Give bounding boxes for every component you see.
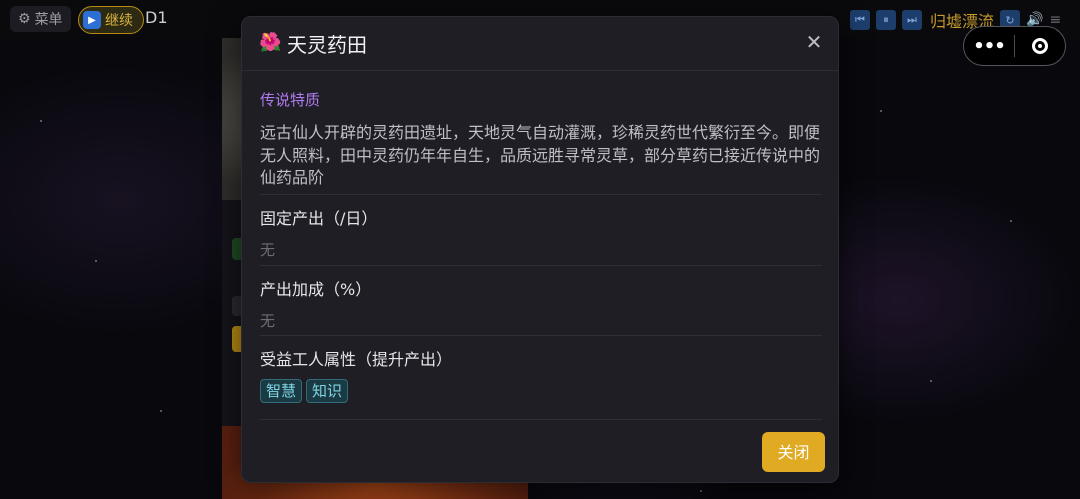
continue-label: 继续 [105, 13, 133, 29]
divider [260, 194, 822, 195]
modal-header: 🌺 天灵药田 ✕ [242, 17, 838, 71]
miniprogram-capsule: ••• [963, 26, 1066, 66]
hibiscus-flower-icon: 🌺 [259, 32, 282, 53]
target-circle-icon [1032, 38, 1048, 54]
pause-icon[interactable]: ⏸ [876, 10, 896, 30]
attribute-tag: 智慧 [260, 379, 303, 403]
star [700, 490, 702, 492]
legend-trait-heading: 传说特质 [260, 91, 321, 109]
list-icon[interactable]: ≡ [1049, 12, 1061, 28]
modal-title: 天灵药田 [287, 33, 367, 57]
divider [260, 335, 822, 336]
output-bonus-heading: 产出加成（%） [260, 280, 372, 299]
star [930, 380, 932, 382]
day-counter: D1 [145, 8, 168, 27]
close-button[interactable]: 关闭 [762, 432, 825, 472]
skip-back-icon[interactable]: ⏮ [850, 10, 870, 30]
legend-trait-section: 传说特质 远古仙人开辟的灵药田遗址，天地灵气自动灌溉，珍稀灵药世代繁衍至今。即便… [260, 89, 822, 190]
skip-forward-icon[interactable]: ⏭ [902, 10, 922, 30]
close-icon[interactable]: ✕ [803, 31, 825, 53]
building-detail-modal: 🌺 天灵药田 ✕ 传说特质 远古仙人开辟的灵药田遗址，天地灵气自动灌溉，珍稀灵药… [241, 16, 839, 483]
output-bonus-value: 无 [260, 312, 276, 330]
fixed-output-value: 无 [260, 241, 276, 259]
attribute-tag: 知识 [306, 379, 349, 403]
menu-button[interactable]: ⚙ 菜单 [10, 6, 71, 32]
continue-button[interactable]: ▶ 继续 [78, 6, 144, 34]
divider [260, 265, 822, 266]
star [880, 110, 882, 112]
star [40, 120, 42, 122]
output-bonus-section: 产出加成（%） 无 [260, 276, 822, 331]
legend-trait-description: 远古仙人开辟的灵药田遗址，天地灵气自动灌溉，珍稀灵药世代繁衍至今。即便无人照料，… [260, 123, 821, 187]
divider [260, 419, 822, 420]
more-dots-icon[interactable]: ••• [964, 36, 1014, 57]
attribute-tags: 智慧 知识 [260, 379, 822, 403]
capsule-close-button[interactable] [1015, 38, 1065, 54]
star [160, 410, 162, 412]
fixed-output-heading: 固定产出（/日） [260, 209, 378, 228]
menu-label: 菜单 [34, 12, 63, 28]
benefit-attributes-section: 受益工人属性（提升产出） 智慧 知识 [260, 346, 822, 403]
fixed-output-section: 固定产出（/日） 无 [260, 205, 822, 260]
gear-icon: ⚙ [18, 11, 31, 27]
benefit-attributes-heading: 受益工人属性（提升产出） [260, 350, 453, 369]
play-icon: ▶ [83, 11, 101, 29]
star [95, 260, 97, 262]
star [1010, 220, 1012, 222]
